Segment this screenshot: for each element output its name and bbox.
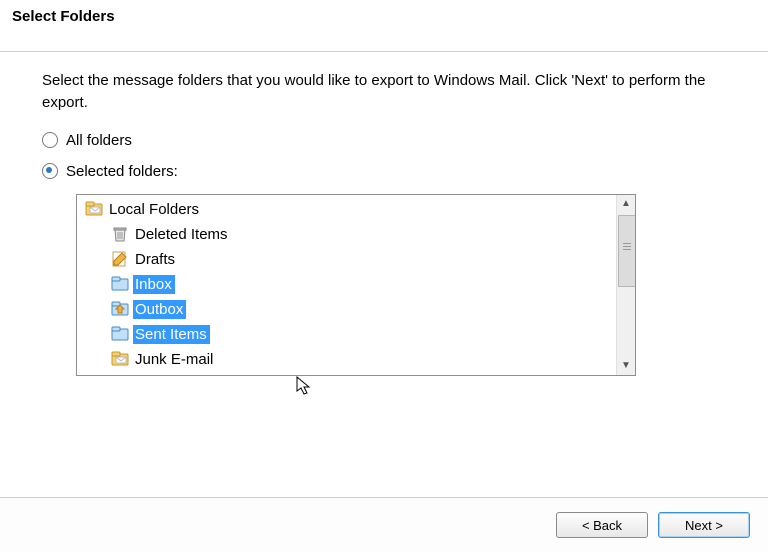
instruction-text: Select the message folders that you woul… bbox=[42, 70, 726, 114]
scrollbar[interactable]: ▲ ▼ bbox=[616, 195, 635, 375]
dialog-footer: < Back Next > bbox=[0, 497, 768, 552]
tree-item-label: Junk E-mail bbox=[133, 350, 216, 369]
tree-item-sent-items[interactable]: Sent Items bbox=[81, 322, 231, 347]
radio-icon bbox=[42, 132, 58, 148]
radio-label: Selected folders: bbox=[66, 163, 178, 180]
dialog-title: Select Folders bbox=[12, 8, 115, 25]
tree-item-label: Local Folders bbox=[107, 200, 202, 219]
select-folders-dialog: Select Folders Select the message folder… bbox=[0, 0, 768, 552]
radio-all-folders[interactable]: All folders bbox=[42, 132, 726, 149]
inbox-icon bbox=[111, 275, 129, 293]
dialog-content: Select the message folders that you woul… bbox=[0, 52, 768, 376]
junk-icon bbox=[111, 350, 129, 368]
button-label: < Back bbox=[582, 518, 622, 533]
tree-root-local-folders[interactable]: Local Folders bbox=[81, 197, 231, 222]
radio-label: All folders bbox=[66, 132, 132, 149]
scroll-thumb[interactable] bbox=[618, 215, 636, 287]
button-label: Next > bbox=[685, 518, 723, 533]
tree-item-junk-email[interactable]: Junk E-mail bbox=[81, 347, 231, 372]
tree-item-inbox[interactable]: Inbox bbox=[81, 272, 231, 297]
tree-item-label: Deleted Items bbox=[133, 225, 231, 244]
tree-item-label: Outbox bbox=[133, 300, 186, 319]
next-button[interactable]: Next > bbox=[658, 512, 750, 538]
back-button[interactable]: < Back bbox=[556, 512, 648, 538]
trash-icon bbox=[111, 225, 129, 243]
sent-icon bbox=[111, 325, 129, 343]
scroll-down-button[interactable]: ▼ bbox=[617, 357, 635, 375]
tree-item-outbox[interactable]: Outbox bbox=[81, 297, 231, 322]
dialog-header: Select Folders bbox=[0, 0, 768, 52]
tree-item-deleted-items[interactable]: Deleted Items bbox=[81, 222, 231, 247]
scroll-up-button[interactable]: ▲ bbox=[617, 195, 635, 213]
folder-tree[interactable]: Local Folders Deleted It bbox=[76, 194, 636, 376]
radio-icon bbox=[42, 163, 58, 179]
tree-item-label: Sent Items bbox=[133, 325, 210, 344]
draft-icon bbox=[111, 250, 129, 268]
radio-selected-folders[interactable]: Selected folders: bbox=[42, 163, 726, 180]
tree-item-drafts[interactable]: Drafts bbox=[81, 247, 231, 272]
tree-item-label: Inbox bbox=[133, 275, 175, 294]
folder-root-icon bbox=[85, 200, 103, 218]
tree-item-label: Drafts bbox=[133, 250, 178, 269]
mouse-cursor-icon bbox=[296, 376, 312, 396]
outbox-icon bbox=[111, 300, 129, 318]
